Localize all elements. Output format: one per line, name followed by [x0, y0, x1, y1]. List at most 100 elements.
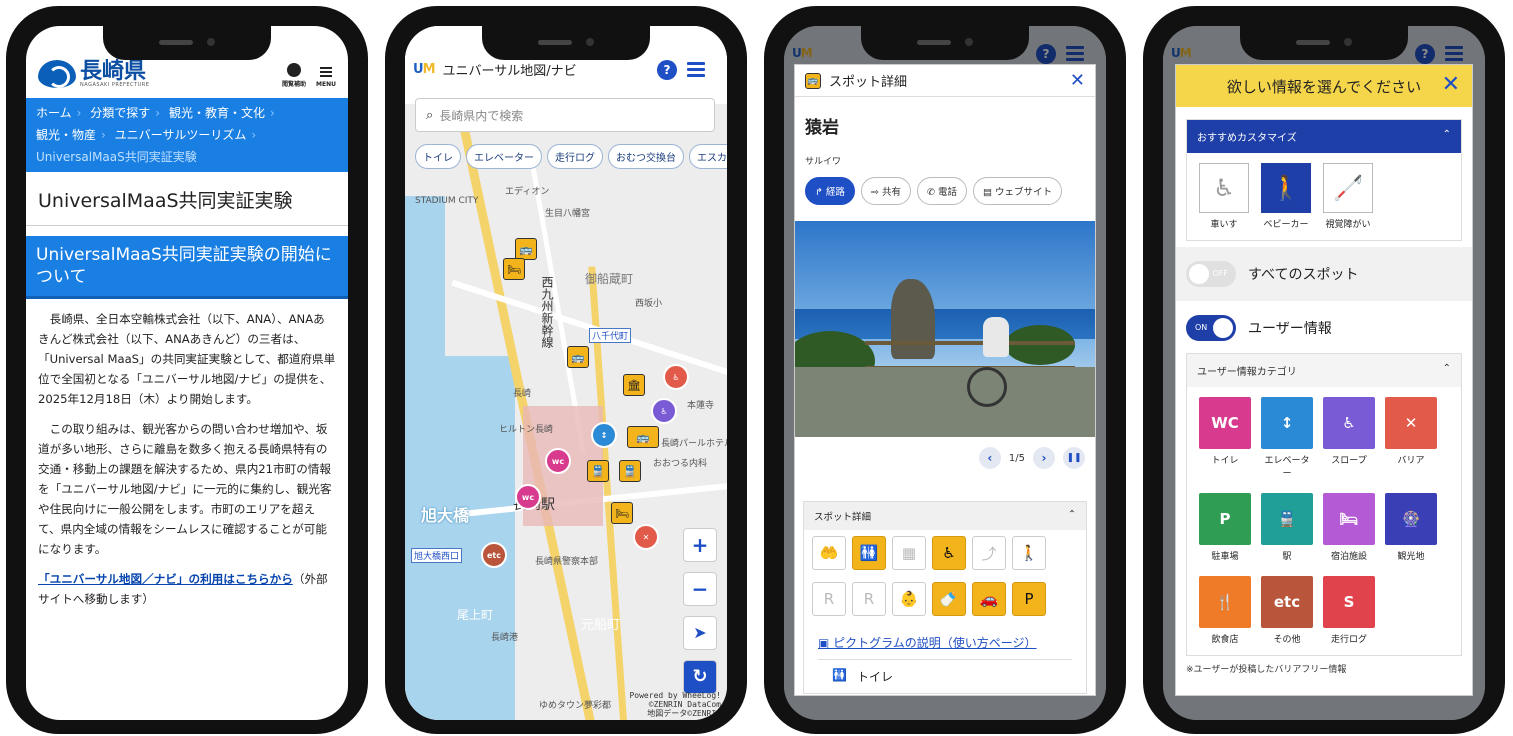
- refresh-icon[interactable]: ↻: [683, 660, 717, 694]
- panel-title: 欲しい情報を選んでください: [1226, 77, 1422, 96]
- section-toggle[interactable]: ユーザー情報カテゴリ ⌃: [1187, 354, 1461, 387]
- search-placeholder: 長崎県内で検索: [439, 108, 524, 123]
- map-label: 本蓮寺: [687, 401, 715, 411]
- accessibility-button[interactable]: 閲覧補助: [282, 63, 306, 88]
- category-item[interactable]: 🛏 宿泊施設: [1323, 493, 1375, 562]
- category-item[interactable]: S 走行ログ: [1323, 576, 1375, 645]
- elevator-pin-icon[interactable]: ↕: [591, 422, 617, 448]
- category-item[interactable]: ↕ エレベーター: [1261, 397, 1313, 479]
- help-button[interactable]: ?: [657, 60, 677, 80]
- spot-photo[interactable]: [795, 221, 1095, 437]
- close-icon[interactable]: ✕: [1070, 70, 1085, 91]
- category-item[interactable]: WC トイレ: [1199, 397, 1251, 479]
- barrier-pin-icon[interactable]: ✕: [633, 524, 659, 550]
- map-label: 御船蔵町: [585, 272, 634, 286]
- chip-travel-log[interactable]: 走行ログ: [547, 144, 603, 169]
- locate-me-icon[interactable]: ➤: [683, 616, 717, 650]
- chevron-up-icon: ⌃: [1442, 129, 1451, 140]
- website-button[interactable]: ▤ ウェブサイト: [973, 177, 1063, 205]
- universal-map-link[interactable]: 「ユニバーサル地図／ナビ」の利用はこちらから: [38, 572, 293, 586]
- user-info-toggle[interactable]: ON: [1186, 315, 1236, 341]
- phone-screen-1: 長崎県 NAGASAKI PREFECTURE 閲覧補助 MENU ホーム › 分…: [26, 26, 348, 720]
- white-cane-icon: 🦯: [1323, 163, 1373, 213]
- category-item[interactable]: ♿ スロープ: [1323, 397, 1375, 479]
- pictogram-icon: R: [852, 582, 886, 616]
- breadcrumb-link[interactable]: 観光・教育・文化: [169, 106, 265, 120]
- prev-photo-icon[interactable]: ‹: [978, 447, 1001, 469]
- recommend-visual-impairment[interactable]: 🦯 視覚障がい: [1323, 163, 1373, 230]
- hotel-marker-icon[interactable]: 🛏: [611, 502, 633, 524]
- category-label: 観光地: [1397, 552, 1425, 562]
- search-input[interactable]: ⌕ 長崎県内で検索: [415, 98, 715, 132]
- barrier-pin-icon[interactable]: ♿: [663, 364, 689, 390]
- category-section: ユーザー情報カテゴリ ⌃ WC トイレ ↕ エレベーター ♿ スロープ ✕ バリア P 駐車場 🚆 駅…: [1186, 353, 1462, 656]
- category-icon: 🎡: [1385, 493, 1437, 545]
- chevron-up-icon: ⌃: [1442, 363, 1451, 374]
- section-title: ユーザー情報カテゴリ: [1197, 367, 1297, 378]
- section-title: おすすめカスタマイズ: [1197, 133, 1297, 144]
- site-logo[interactable]: 長崎県 NAGASAKI PREFECTURE: [38, 60, 149, 88]
- pause-icon[interactable]: ❚❚: [1063, 447, 1085, 469]
- toilet-pin-icon[interactable]: wc: [515, 484, 541, 510]
- other-pin-icon[interactable]: etc: [481, 542, 507, 568]
- all-spots-toggle[interactable]: OFF: [1186, 261, 1236, 287]
- breadcrumb-link[interactable]: 観光・物産: [36, 128, 96, 142]
- map-label: 長崎港: [491, 633, 519, 643]
- spot-actions: ↱ 経路 ⇨ 共有 ✆ 電話 ▤ ウェブサイト: [795, 173, 1095, 217]
- toilet-label: トイレ: [856, 670, 893, 684]
- bus-stop-marker-icon[interactable]: 🚌: [567, 346, 589, 368]
- sightseeing-marker-icon[interactable]: 🏛: [623, 374, 645, 396]
- bus-stop-marker-icon[interactable]: 🚌: [627, 426, 659, 448]
- category-item[interactable]: ✕ バリア: [1385, 397, 1437, 479]
- hamburger-menu-icon[interactable]: [687, 62, 705, 78]
- phone-notch: [103, 26, 271, 60]
- category-item[interactable]: 🚆 駅: [1261, 493, 1313, 562]
- toilet-row[interactable]: 🚻 トイレ: [818, 659, 1072, 693]
- category-label: バリア: [1397, 456, 1425, 466]
- map-label: 元船町: [581, 618, 621, 633]
- next-photo-icon[interactable]: ›: [1033, 447, 1055, 469]
- share-button[interactable]: ⇨ 共有: [861, 177, 911, 205]
- category-item[interactable]: P 駐車場: [1199, 493, 1251, 562]
- zoom-in-button[interactable]: +: [683, 528, 717, 562]
- chip-elevator[interactable]: エレベーター: [466, 144, 542, 169]
- category-item[interactable]: 🍴 飲食店: [1199, 576, 1251, 645]
- close-icon[interactable]: ✕: [1442, 72, 1460, 97]
- spot-category-icon: 🚌: [805, 72, 821, 89]
- page-title: UniversalMaaS共同実証実験: [26, 172, 348, 226]
- category-label: スロープ: [1331, 456, 1367, 466]
- chip-diaper-table[interactable]: おむつ交換台: [608, 144, 684, 169]
- zoom-out-button[interactable]: −: [683, 572, 717, 606]
- stroller-icon: 🚶: [1261, 163, 1311, 213]
- menu-button[interactable]: MENU: [316, 65, 336, 88]
- train-marker-icon[interactable]: 🚆: [587, 460, 609, 482]
- section-toggle[interactable]: おすすめカスタマイズ ⌃: [1187, 120, 1461, 153]
- toggle-label: ユーザー情報: [1248, 321, 1332, 337]
- route-button[interactable]: ↱ 経路: [805, 177, 855, 205]
- chip-toilet[interactable]: トイレ: [415, 144, 461, 169]
- pictogram-icon: 👶: [892, 582, 926, 616]
- category-icon: ✕: [1385, 397, 1437, 449]
- pictogram-icon: 🚗: [972, 582, 1006, 616]
- toilet-pin-icon[interactable]: wc: [545, 448, 571, 474]
- recommend-stroller[interactable]: 🚶 ベビーカー: [1261, 163, 1311, 230]
- pictogram-icon: P: [1012, 582, 1046, 616]
- category-label: トイレ: [1211, 456, 1239, 466]
- breadcrumb-link[interactable]: ホーム: [36, 106, 72, 120]
- hotel-marker-icon[interactable]: 🛏: [503, 258, 525, 280]
- breadcrumb-link[interactable]: ユニバーサルツーリズム: [115, 128, 247, 142]
- body-paragraph: 長崎県、全日本空輸株式会社（以下、ANA）、ANAあきんど株式会社（以下、ANA…: [38, 312, 336, 406]
- category-item[interactable]: etc その他: [1261, 576, 1313, 645]
- train-marker-icon[interactable]: 🚆: [619, 460, 641, 482]
- bus-stop-marker-icon[interactable]: 🚌: [515, 238, 537, 260]
- recommend-wheelchair[interactable]: ♿ 車いす: [1199, 163, 1249, 230]
- pictogram-help-link[interactable]: ▣ ピクトグラムの説明（使い方ページ）: [804, 622, 1086, 659]
- chip-escalator[interactable]: エスカレー: [689, 144, 727, 169]
- slope-pin-icon[interactable]: ♿: [651, 398, 677, 424]
- breadcrumb: ホーム › 分類で探す › 観光・教育・文化 › 観光・物産 › ユニバーサルツーリズム…: [26, 98, 348, 172]
- breadcrumb-link[interactable]: 分類で探す: [90, 106, 150, 120]
- section-toggle[interactable]: スポット詳細 ⌃: [804, 502, 1086, 530]
- call-button[interactable]: ✆ 電話: [917, 177, 967, 205]
- category-item[interactable]: 🎡 観光地: [1385, 493, 1437, 562]
- attribution-line: 地図データ©ZENRIN: [647, 709, 721, 718]
